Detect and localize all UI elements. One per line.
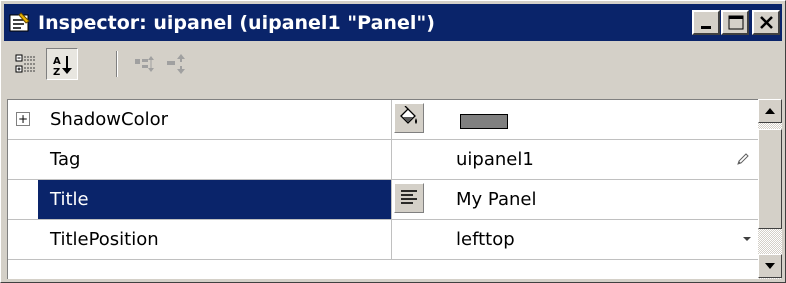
svg-text:A: A: [53, 56, 61, 67]
property-name[interactable]: ShadowColor: [38, 100, 391, 139]
tree-collapse-icon: [167, 54, 185, 74]
show-properties-button[interactable]: [162, 48, 194, 80]
property-name[interactable]: Title: [38, 180, 391, 219]
color-picker-button[interactable]: [394, 103, 424, 133]
title-bar[interactable]: Inspector: uipanel (uipanel1 "Panel"): [4, 4, 782, 41]
property-editor-cell: [392, 220, 446, 259]
property-value[interactable]: [448, 100, 759, 139]
tree-expand-icon: [135, 56, 154, 72]
property-value[interactable]: uipanel1: [448, 140, 759, 179]
property-value-text: My Panel: [456, 189, 537, 210]
minimize-button[interactable]: [692, 10, 720, 35]
property-editor-cell: [392, 140, 446, 179]
pencil-icon[interactable]: [735, 151, 751, 167]
close-icon: [760, 16, 773, 29]
scroll-up-button[interactable]: [758, 99, 782, 123]
categorized-list-icon: [15, 54, 36, 73]
property-name[interactable]: Tag: [38, 140, 391, 179]
close-button[interactable]: [752, 10, 780, 35]
categorized-view-button[interactable]: [10, 48, 42, 80]
property-name[interactable]: TitlePosition: [38, 220, 391, 259]
expand-icon[interactable]: +: [16, 112, 30, 126]
dropdown-arrow-icon[interactable]: [741, 234, 753, 244]
maximize-button[interactable]: [721, 10, 749, 35]
property-row-tag[interactable]: Tag uipanel1: [8, 140, 759, 180]
property-grid: + ShadowColor Tag uipanel1 Title My Pane…: [7, 99, 759, 279]
scroll-thumb[interactable]: [758, 129, 782, 229]
property-row-titleposition[interactable]: TitlePosition lefttop: [8, 220, 759, 260]
property-editor-cell: [392, 180, 446, 219]
scroll-down-button[interactable]: [758, 254, 782, 278]
paint-bucket-icon: [400, 106, 417, 124]
property-editor-cell: [392, 100, 446, 139]
alphabetical-sort-button[interactable]: A Z: [46, 48, 78, 80]
property-value-text: lefttop: [456, 229, 515, 250]
property-value[interactable]: My Panel: [448, 180, 759, 219]
arrow-up-icon: [765, 108, 775, 114]
color-swatch: [460, 114, 508, 129]
toolbar-separator: [116, 51, 118, 77]
inspector-window: Inspector: uipanel (uipanel1 "Panel") A …: [0, 0, 786, 283]
property-row-shadowcolor[interactable]: + ShadowColor: [8, 100, 759, 140]
vertical-scrollbar[interactable]: [758, 99, 782, 279]
property-value-dropdown[interactable]: lefttop: [448, 220, 759, 259]
arrow-down-icon: [765, 263, 775, 269]
property-row-title[interactable]: Title My Panel: [8, 180, 759, 220]
toolbar: A Z: [4, 43, 782, 85]
text-editor-button[interactable]: [394, 183, 424, 213]
sort-az-icon: A Z: [53, 56, 72, 77]
maximize-icon: [728, 15, 744, 30]
window-title: Inspector: uipanel (uipanel1 "Panel"): [38, 12, 435, 34]
show-events-button[interactable]: [130, 48, 162, 80]
text-lines-icon: [401, 190, 417, 204]
inspector-app-icon: [9, 11, 31, 33]
minimize-icon: [701, 26, 711, 29]
svg-text:Z: Z: [53, 67, 60, 77]
property-value-text: uipanel1: [456, 149, 534, 170]
